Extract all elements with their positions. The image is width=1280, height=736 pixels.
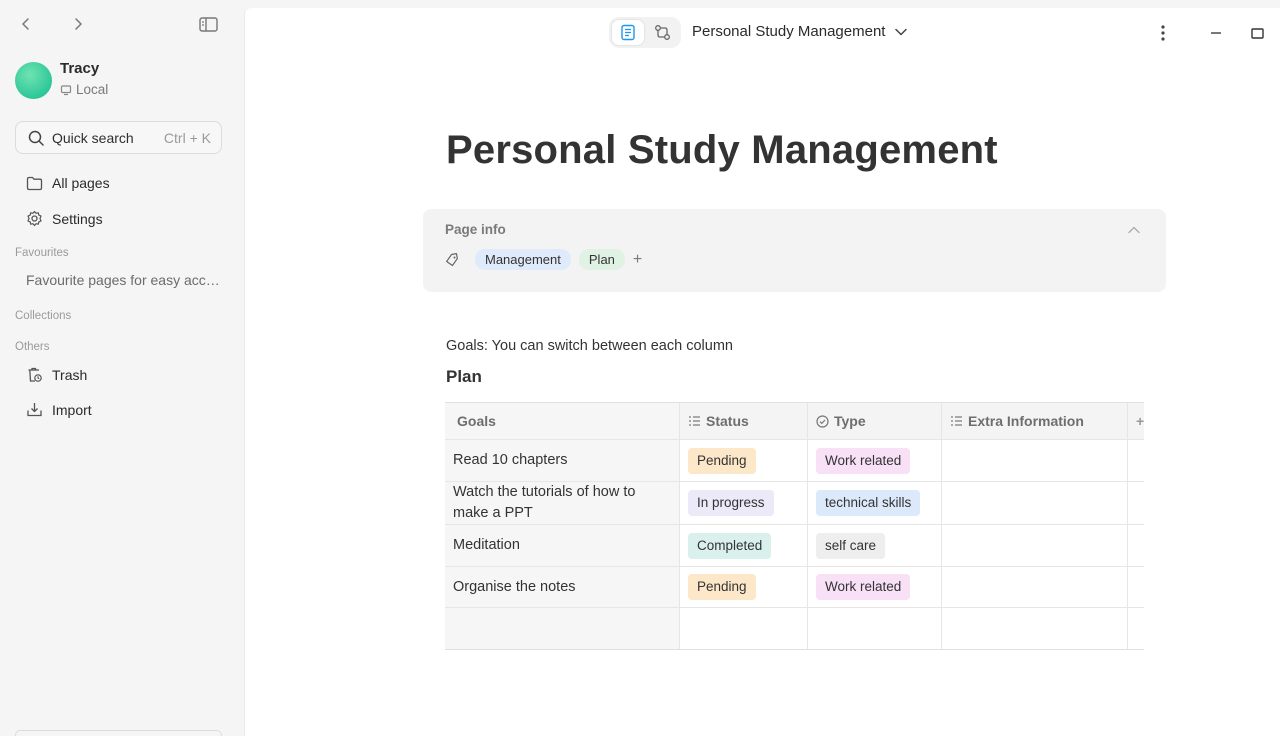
sidebar-item-label: Trash xyxy=(52,366,88,383)
goal-cell[interactable]: Watch the tutorials of how to make a PPT xyxy=(453,482,671,524)
list-icon xyxy=(689,416,700,426)
back-button[interactable] xyxy=(16,14,36,34)
doc-title: Personal Study Management xyxy=(692,23,886,40)
goal-cell[interactable]: Read 10 chapters xyxy=(453,450,567,471)
folder-icon xyxy=(26,176,43,190)
edgeless-mode-icon xyxy=(654,25,670,40)
extra-info-cell[interactable] xyxy=(942,482,1128,524)
column-label: Goals xyxy=(457,413,496,429)
chevron-down-icon xyxy=(895,28,908,35)
edgeless-mode-button[interactable] xyxy=(646,20,678,45)
minimize-button[interactable] xyxy=(1205,22,1227,44)
chevron-up-icon xyxy=(1128,226,1140,234)
device-icon xyxy=(60,85,72,96)
add-tag-button[interactable]: + xyxy=(633,251,642,269)
chevron-left-icon xyxy=(22,18,29,30)
plus-icon: + xyxy=(1136,413,1144,429)
workspace-type: Local xyxy=(76,82,109,97)
new-page-button[interactable] xyxy=(15,730,222,736)
maximize-button[interactable] xyxy=(1246,22,1268,44)
empty-table-row[interactable] xyxy=(445,608,1144,649)
sidebar-item-all-pages[interactable]: All pages xyxy=(26,175,110,191)
sidebar: Tracy Local Quick search Ctrl + K All pa… xyxy=(0,0,244,736)
table-row[interactable]: Read 10 chapters Pending Work related xyxy=(445,440,1144,482)
table-title[interactable]: Plan xyxy=(446,367,482,387)
table-header-row: Goals Status Type Extra Information + xyxy=(445,403,1144,440)
page-info-title: Page info xyxy=(445,222,506,237)
tag-icon xyxy=(446,252,458,266)
extra-info-cell[interactable] xyxy=(942,525,1128,566)
database-table: Goals Status Type Extra Information + Re… xyxy=(445,402,1144,650)
page-mode-icon xyxy=(621,24,635,41)
section-favourites: Favourites xyxy=(15,247,69,259)
tag-plan[interactable]: Plan xyxy=(578,249,625,270)
status-badge[interactable]: Completed xyxy=(688,532,772,559)
search-label: Quick search xyxy=(52,129,134,146)
column-label: Type xyxy=(834,413,866,429)
main-content: Personal Study Management Personal Study… xyxy=(245,8,1280,736)
sidebar-item-trash[interactable]: Trash xyxy=(26,366,87,383)
forward-button[interactable] xyxy=(68,14,88,34)
type-badge[interactable]: Work related xyxy=(816,447,911,474)
section-others: Others xyxy=(15,341,50,353)
favourites-placeholder: Favourite pages for easy access xyxy=(26,272,221,288)
table-row[interactable]: Organise the notes Pending Work related xyxy=(445,567,1144,608)
type-badge[interactable]: self care xyxy=(816,532,886,559)
sidebar-panel-icon xyxy=(198,16,218,32)
chevron-right-icon xyxy=(75,18,82,30)
column-header-extra-information[interactable]: Extra Information xyxy=(942,403,1128,439)
check-circle-icon xyxy=(816,414,829,428)
add-column-button[interactable]: + xyxy=(1128,403,1144,439)
mode-switch xyxy=(609,17,681,48)
sidebar-item-import[interactable]: Import xyxy=(26,401,92,418)
more-menu-button[interactable] xyxy=(1152,22,1174,44)
sidebar-item-settings[interactable]: Settings xyxy=(26,210,103,227)
status-badge[interactable]: Pending xyxy=(688,574,756,600)
extra-info-cell[interactable] xyxy=(942,440,1128,481)
list-icon xyxy=(951,416,962,426)
type-badge[interactable]: Work related xyxy=(816,574,911,600)
gear-icon xyxy=(27,210,42,227)
column-header-goals[interactable]: Goals xyxy=(445,403,680,439)
search-icon xyxy=(28,130,44,146)
avatar xyxy=(15,61,52,99)
sidebar-item-label: All pages xyxy=(52,175,110,191)
page-mode-button[interactable] xyxy=(612,20,644,45)
status-badge[interactable]: Pending xyxy=(688,447,756,474)
sidebar-item-label: Settings xyxy=(52,210,103,227)
more-vertical-icon xyxy=(1161,25,1165,41)
sidebar-item-label: Import xyxy=(52,401,92,418)
table-row[interactable]: Meditation Completed self care xyxy=(445,525,1144,567)
goal-cell[interactable]: Meditation xyxy=(453,535,520,556)
tag-management[interactable]: Management xyxy=(475,249,571,270)
type-badge[interactable]: technical skills xyxy=(816,490,921,516)
user-name: Tracy xyxy=(60,60,100,77)
column-label: Status xyxy=(706,413,749,429)
maximize-icon xyxy=(1250,27,1264,39)
trash-icon xyxy=(28,367,42,382)
column-header-status[interactable]: Status xyxy=(680,403,808,439)
search-shortcut: Ctrl + K xyxy=(163,129,211,146)
status-badge[interactable]: In progress xyxy=(688,490,774,516)
doc-title-dropdown[interactable]: Personal Study Management xyxy=(692,23,908,40)
extra-info-cell[interactable] xyxy=(942,567,1128,607)
table-row[interactable]: Watch the tutorials of how to make a PPT… xyxy=(445,482,1144,525)
section-collections[interactable]: Collections xyxy=(15,310,71,322)
column-label: Extra Information xyxy=(968,413,1084,429)
goal-cell[interactable]: Organise the notes xyxy=(453,577,576,598)
workspace-card[interactable]: Tracy Local xyxy=(15,60,108,100)
import-icon xyxy=(27,403,42,417)
toggle-sidebar-button[interactable] xyxy=(197,14,219,34)
page-title[interactable]: Personal Study Management xyxy=(446,128,998,173)
collapse-button[interactable] xyxy=(1128,221,1140,239)
column-header-type[interactable]: Type xyxy=(808,403,942,439)
minimize-icon xyxy=(1211,32,1221,34)
goals-text[interactable]: Goals: You can switch between each colum… xyxy=(446,338,733,354)
page-info-panel: Page info Management Plan + xyxy=(423,209,1166,292)
quick-search[interactable]: Quick search Ctrl + K xyxy=(15,121,222,154)
